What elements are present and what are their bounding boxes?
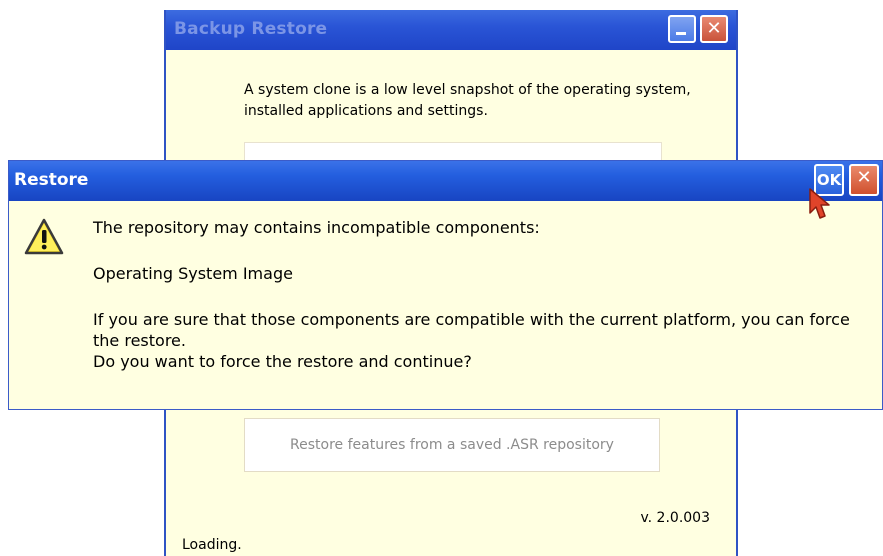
status-text: Loading. xyxy=(182,537,242,553)
clone-description: A system clone is a low level snapshot o… xyxy=(244,82,691,119)
incompatible-component: Operating System Image xyxy=(93,264,293,283)
restore-dialog-titlebar[interactable]: Restore OK ✕ xyxy=(9,161,882,201)
close-icon: ✕ xyxy=(706,18,722,39)
restore-dialog: Restore OK ✕ The repository may contains… xyxy=(8,160,883,410)
restore-dialog-title: Restore xyxy=(14,170,89,190)
dialog-close-button[interactable]: ✕ xyxy=(849,164,879,196)
restore-from-repository-button[interactable]: Restore features from a saved .ASR repos… xyxy=(244,418,660,472)
bg-close-button[interactable]: ✕ xyxy=(700,15,728,43)
warning-icon xyxy=(24,218,64,255)
version-label: v. 2.0.003 xyxy=(640,510,710,526)
mouse-cursor-icon xyxy=(809,188,830,219)
force-restore-question: If you are sure that those components ar… xyxy=(93,310,850,371)
backup-restore-title: Backup Restore xyxy=(174,19,328,39)
minimize-button[interactable] xyxy=(668,15,696,43)
backup-restore-titlebar[interactable]: Backup Restore ✕ xyxy=(166,10,736,50)
incompatible-message: The repository may contains incompatible… xyxy=(93,218,540,237)
close-icon: ✕ xyxy=(856,167,872,188)
